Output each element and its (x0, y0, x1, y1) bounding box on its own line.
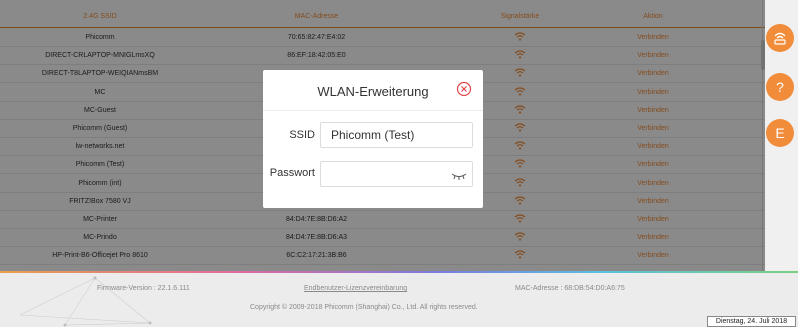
copyright: Copyright © 2009-2018 Phicomm (Shanghai)… (250, 304, 478, 311)
close-icon[interactable] (456, 81, 472, 97)
taskbar-date: Dienstag, 24. Juli 2018 (707, 316, 796, 327)
dialog-divider (263, 110, 483, 111)
help-icon: ? (776, 79, 784, 95)
password-label: Passwort (269, 167, 315, 179)
license-link[interactable]: Endbenutzer-Lizenzvereinbarung (304, 285, 407, 292)
show-password-icon[interactable] (451, 171, 467, 181)
dialog-title: WLAN-Erweiterung (317, 84, 429, 99)
help-button[interactable]: ? (766, 73, 794, 101)
ssid-label: SSID (289, 129, 315, 141)
language-button[interactable]: E (766, 119, 794, 147)
router-icon (774, 32, 786, 45)
router-button[interactable] (766, 24, 794, 52)
wlan-extension-dialog: WLAN-Erweiterung SSID Passwort (263, 70, 483, 208)
device-mac: MAC-Adresse : 68:DB:54:D0:A6:75 (515, 285, 625, 292)
network-graphic (20, 276, 152, 327)
firmware-version: Firmware-Version : 22.1.6.111 (97, 285, 190, 292)
ssid-input[interactable] (320, 122, 473, 148)
language-icon: E (775, 125, 785, 141)
